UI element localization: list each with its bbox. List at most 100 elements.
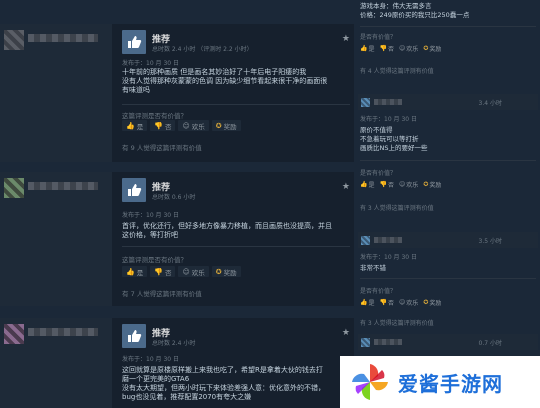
vote-label: 奖励: [429, 46, 442, 53]
watermark-logo: 爱酱手游网: [340, 356, 540, 408]
thumbs-down-icon: 👎: [379, 45, 387, 52]
found-helpful-count: 有 3 人觉得这篇评测有价值: [360, 205, 434, 212]
vote-no-button[interactable]: 👎 否: [380, 44, 395, 53]
found-helpful-count: 有 7 人觉得这篇评测有价值: [122, 290, 202, 298]
vote-label: 是: [368, 182, 375, 189]
award-button[interactable]: ✪ 奖励: [211, 266, 241, 277]
vote-no-button[interactable]: 👎 否: [380, 298, 395, 307]
vote-no-button[interactable]: 👎 否: [150, 120, 176, 131]
pinwheel-logo-icon: [352, 364, 388, 400]
flag-icon[interactable]: ★: [342, 182, 350, 192]
smile-icon: ☺: [182, 121, 190, 130]
vote-row: 👍 是 👎 否 ☺ 欢乐 ✪ 奖励: [360, 44, 441, 53]
smile-icon: ☺: [182, 267, 190, 276]
vote-row: 👍 是 👎 否 ☺ 欢乐 ✪ 奖励: [122, 266, 241, 277]
award-icon: ✪: [215, 267, 222, 276]
vote-yes-button[interactable]: 👍 是: [360, 44, 375, 53]
avatar[interactable]: [361, 337, 370, 347]
award-button[interactable]: ✪ 奖励: [423, 298, 441, 307]
vote-label: 欢乐: [406, 300, 419, 307]
review-text: 原价不值得 不急着玩可以等打折 画质比NS上的要好一些: [360, 126, 428, 152]
hours-played: 0.7 小时: [478, 339, 502, 347]
divider: [360, 278, 536, 279]
divider: [360, 160, 536, 161]
posted-date: 发布于：10 月 30 日: [360, 254, 417, 261]
flag-icon[interactable]: ★: [342, 328, 350, 338]
award-icon: ✪: [423, 181, 429, 188]
reviewer-name[interactable]: [374, 237, 402, 243]
vote-label: 欢乐: [406, 46, 419, 53]
vote-funny-button[interactable]: ☺ 欢乐: [399, 180, 418, 189]
vote-yes-button[interactable]: 👍 是: [360, 180, 375, 189]
posted-date: 发布于：10 月 30 日: [122, 60, 179, 67]
avatar[interactable]: [361, 235, 370, 245]
thumbs-up-icon: 👍: [360, 181, 368, 188]
review-header: 0.7 小时: [358, 334, 538, 350]
divider: [360, 26, 536, 27]
avatar[interactable]: [4, 178, 24, 198]
reviewer-name[interactable]: [28, 182, 98, 190]
award-button[interactable]: ✪ 奖励: [423, 44, 441, 53]
review-text-line: 价格：249原价买的我只比250蠢一点: [360, 11, 470, 19]
thumbs-up-icon: 👍: [360, 45, 368, 52]
vote-label: 欢乐: [191, 122, 205, 131]
smile-icon: ☺: [399, 181, 406, 188]
thumbs-down-icon: 👎: [379, 181, 387, 188]
reviewer-name[interactable]: [374, 339, 402, 345]
right-review-column: 游戏本身：伟大无需多言 价格：249原价买的我只比250蠢一点 是否有价值？ 👍…: [354, 0, 540, 408]
found-helpful-count: 有 9 人觉得这篇评测有价值: [122, 144, 202, 152]
vote-label: 奖励: [429, 300, 442, 307]
award-button[interactable]: ✪ 奖励: [211, 120, 241, 131]
award-button[interactable]: ✪ 奖励: [423, 180, 441, 189]
vote-row: 👍 是 👎 否 ☺ 欢乐 ✪ 奖励: [360, 298, 441, 307]
avatar[interactable]: [361, 97, 370, 107]
review-card: 推荐 总时数 2.4 小时 ★ 发布于：10 月 30 日 这回就算是原楼原样搬…: [0, 318, 354, 408]
vote-label: 否: [164, 122, 172, 131]
hours-played: 3.5 小时: [478, 237, 502, 245]
avatar[interactable]: [4, 324, 24, 344]
smile-icon: ☺: [399, 299, 406, 306]
review-header: 3.5 小时: [358, 232, 538, 248]
found-helpful-count: 有 4 人觉得这篇评测有价值: [360, 68, 434, 75]
vote-yes-button[interactable]: 👍 是: [122, 120, 148, 131]
review-header: 3.4 小时: [358, 94, 538, 110]
avatar[interactable]: [4, 30, 24, 50]
thumbs-down-icon: 👎: [379, 299, 387, 306]
vote-label: 否: [387, 182, 394, 189]
reviewer-name[interactable]: [374, 99, 402, 105]
vote-funny-button[interactable]: ☺ 欢乐: [178, 266, 209, 277]
thumbs-up-icon: 👍: [126, 121, 135, 130]
posted-date: 发布于：10 月 30 日: [122, 356, 179, 363]
vote-label: 奖励: [429, 182, 442, 189]
vote-no-button[interactable]: 👎 否: [150, 266, 176, 277]
found-helpful-count: 有 3 人觉得这篇评测有价值: [360, 320, 434, 327]
review-text-line: 游戏本身：伟大无需多言: [360, 2, 432, 10]
helpful-question: 是否有价值？: [360, 170, 397, 177]
reviewer-name[interactable]: [28, 328, 98, 336]
vote-label: 否: [387, 300, 394, 307]
vote-label: 是: [368, 300, 375, 307]
vote-label: 奖励: [223, 122, 237, 131]
reviewer-info: [0, 318, 112, 408]
review-text: 非常不错: [360, 264, 386, 272]
flag-icon[interactable]: ★: [342, 34, 350, 44]
vote-no-button[interactable]: 👎 否: [380, 180, 395, 189]
vote-funny-button[interactable]: ☺ 欢乐: [399, 44, 418, 53]
vote-label: 否: [387, 46, 394, 53]
review-body: 推荐 总时数 2.4 小时 （评测时 2.2 小时） ★ 发布于：10 月 30…: [118, 24, 354, 162]
vote-label: 是: [136, 268, 144, 277]
award-icon: ✪: [423, 45, 429, 52]
vote-label: 是: [136, 122, 144, 131]
vote-funny-button[interactable]: ☺ 欢乐: [178, 120, 209, 131]
reviewer-info: [0, 172, 112, 306]
review-body: 推荐 总时数 0.6 小时 ★ 发布于：10 月 30 日 首评，优化还行，但好…: [118, 172, 354, 306]
reviewer-name[interactable]: [28, 34, 98, 42]
hours-played: 3.4 小时: [478, 99, 502, 107]
vote-yes-button[interactable]: 👍 是: [122, 266, 148, 277]
vote-funny-button[interactable]: ☺ 欢乐: [399, 298, 418, 307]
vote-row: 👍 是 👎 否 ☺ 欢乐 ✪ 奖励: [360, 180, 441, 189]
watermark-text: 爱酱手游网: [398, 371, 503, 396]
vote-yes-button[interactable]: 👍 是: [360, 298, 375, 307]
review-card: 推荐 总时数 2.4 小时 （评测时 2.2 小时） ★ 发布于：10 月 30…: [0, 24, 354, 162]
review-body: 推荐 总时数 2.4 小时 ★ 发布于：10 月 30 日 这回就算是原楼原样搬…: [118, 318, 354, 408]
